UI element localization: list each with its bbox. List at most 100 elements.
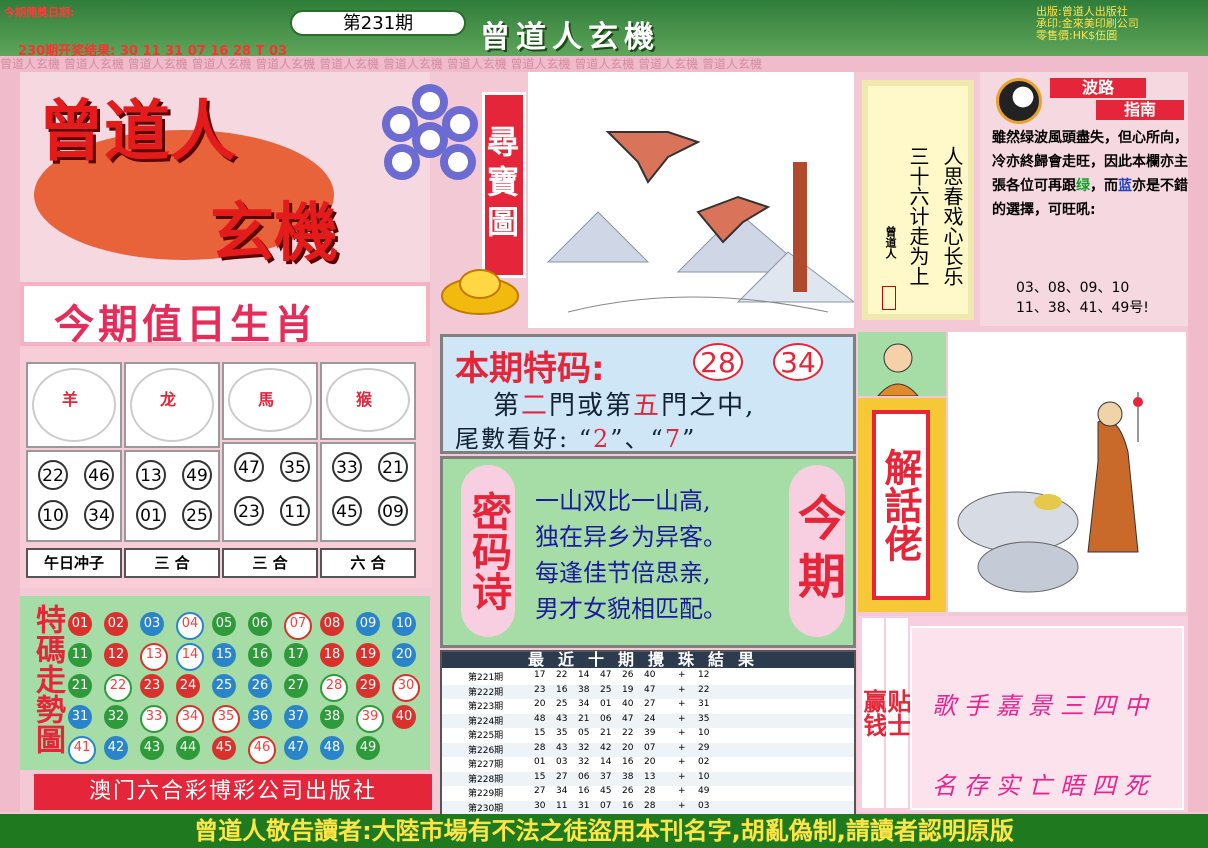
results-cell: 12 [698,670,710,680]
zodiac-ball: 47 [234,452,264,482]
footer-notice: 曾道人敬告讀者:大陸市場有不法之徒盜用本刊名字,胡亂偽制,請讀者認明原版 [0,814,1208,848]
results-cell: 10 [698,728,710,738]
results-cell: + [678,757,686,767]
results-row: 第226期 28 43 32 42 20 07 +29 [442,742,854,757]
results-cell: 47 [600,670,612,680]
zodiac-card: 龙 [124,362,220,448]
zodiac-balls: 22 46 10 34 [26,450,122,542]
results-cell: 47 [644,684,656,695]
guide-blue: 蓝 [1118,178,1132,194]
trend-ball: 36 [248,705,272,729]
logo-area: 曾道人 玄機 尋寶圖 [20,72,526,282]
trend-ball: 10 [392,612,416,636]
tip-label: 贴士 [883,618,911,808]
results-cell: 26 [622,670,634,680]
trend-ball: 16 [248,643,272,667]
results-cell: 03 [698,800,710,811]
zodiac-balls: 13 49 01 25 [124,450,220,542]
results-row: 第223期 20 25 34 01 40 27 +31 [442,699,854,713]
trend-title: 特碼走勢圖 [30,604,65,754]
trend-ball: 41 [68,736,96,764]
results-cell: 21 [578,713,590,724]
guide-green: 绿 [1076,178,1090,194]
results-cell: 22 [698,684,710,695]
code-poem-lines: 一山双比一山高, 独在异乡为异客。 每逢佳节倍思亲, 男才女貌相匹配。 [535,483,785,627]
trend-ball: 19 [356,643,380,667]
zodiac-panel: 羊 22 46 10 34 午日冲子 龙 13 49 01 25 三 合 馬 47 35 23 11 三 合 猴 33… [20,348,432,588]
results-cell: + [678,699,686,709]
results-cell: 38 [622,771,634,782]
zodiac-relation-label: 午日冲子 [26,548,122,578]
code-poem-tag: 密码诗 [461,465,515,637]
trend-ball: 14 [176,643,204,671]
zodiac-ball: 49 [182,460,212,490]
wave-guide: 波路 指南 雖然绿波風頭盡失，但心所向，冷亦終歸會走旺，因此本欄亦主張各位可再跟… [980,72,1188,326]
results-cell: 20 [534,699,546,709]
results-cell: 06 [578,771,590,782]
trend-ball: 33 [140,705,168,733]
results-cell: 10 [698,771,710,782]
publisher-info: 出版:曾道人出版社 承印:金來美印刷公司 零售價:HK$伍圓 [1036,6,1139,42]
treasure-map-label: 尋寶圖 [482,92,526,278]
trend-ball: 15 [212,643,236,667]
trend-ball: 08 [320,612,344,636]
trend-chart: 特碼走勢圖 01 02 03 04 05 06 07 08 09 10 11 12 13 14 15 16 17… [20,596,430,770]
ink-painting-birds [528,72,854,328]
trend-ball: 42 [104,736,128,760]
zodiac-animal-icon: 羊 [32,368,116,442]
zodiac-animal-name: 羊 [62,390,79,409]
special-number-1: 28 [693,343,743,381]
trend-ball: 43 [140,736,164,760]
results-row: 第229期 27 34 16 45 26 28 +49 [442,786,854,800]
watermark-strip: 曾道人玄機 曾道人玄機 曾道人玄機 曾道人玄機 曾道人玄機 曾道人玄機 曾道人玄… [0,56,1208,72]
results-cell: 37 [600,771,612,782]
trend-ball: 39 [356,705,384,733]
results-cell: 第229期 [468,789,504,799]
results-cell: 01 [534,757,546,767]
issue-number: 第231期 [290,10,466,36]
cartoon-man-icon [858,332,946,396]
results-cell: 第223期 [468,702,504,712]
results-cell: 第227期 [468,760,504,770]
tail-text-c: ”、“ [610,425,665,453]
gate-text-a: 第 [493,391,522,421]
trend-ball: 26 [248,674,272,698]
zodiac-title-box: 今期值日生肖 [20,282,430,348]
results-cell: 01 [600,699,612,709]
results-cell: 42 [600,742,612,753]
zodiac-animal-icon: 猴 [326,368,410,432]
special-gate-line: 第二門或第五門之中, [493,385,755,422]
gate-text-d: 五 [633,391,662,421]
guide-text: 雖然绿波風頭盡失，但心所向，冷亦終歸會走旺，因此本欄亦主張各位可再跟绿，而蓝亦是… [992,126,1188,222]
zodiac-relation-label: 三 合 [124,548,220,578]
special-code-box: 本期特码: 28 34 第二門或第五門之中, 尾數看好: “2”、“7” [440,334,856,454]
trend-ball: 02 [104,612,128,636]
publisher-bar: 澳门六合彩博彩公司出版社 [34,774,432,810]
trend-ball: 31 [68,705,92,729]
results-cell: 14 [578,670,590,680]
trend-ball: 44 [176,736,200,760]
trend-ball: 09 [356,612,380,636]
code-poem-line: 每逢佳节倍思亲, [535,559,711,587]
poem-line-2: 三十六计走为上 [906,146,930,286]
results-row: 第225期 15 35 05 21 22 39 +10 [442,728,854,742]
results-cell: 25 [556,699,568,709]
results-cell: 27 [534,786,546,796]
trend-ball: 21 [68,674,92,698]
code-poem-line: 男才女貌相匹配。 [535,595,727,623]
results-row: 第222期 23 16 38 25 19 47 +22 [442,684,854,699]
vertical-poem: 人思春戏心长乐 三十六计走为上 曾道人 [862,80,974,320]
results-cell: 32 [578,742,590,753]
results-cell: 35 [698,713,710,724]
results-cell: 39 [644,728,656,738]
seal-stamp [882,286,896,310]
zodiac-animal-name: 龙 [160,390,177,409]
results-cell: 20 [622,742,634,753]
results-cell: 14 [600,757,612,767]
results-cell: 13 [644,771,656,782]
results-cell: 第222期 [468,687,504,698]
results-cell: 34 [578,699,590,709]
trend-ball: 28 [320,674,348,702]
zodiac-title: 今期值日生肖 [54,302,318,348]
commentator-title: 解話佬 [872,410,930,600]
